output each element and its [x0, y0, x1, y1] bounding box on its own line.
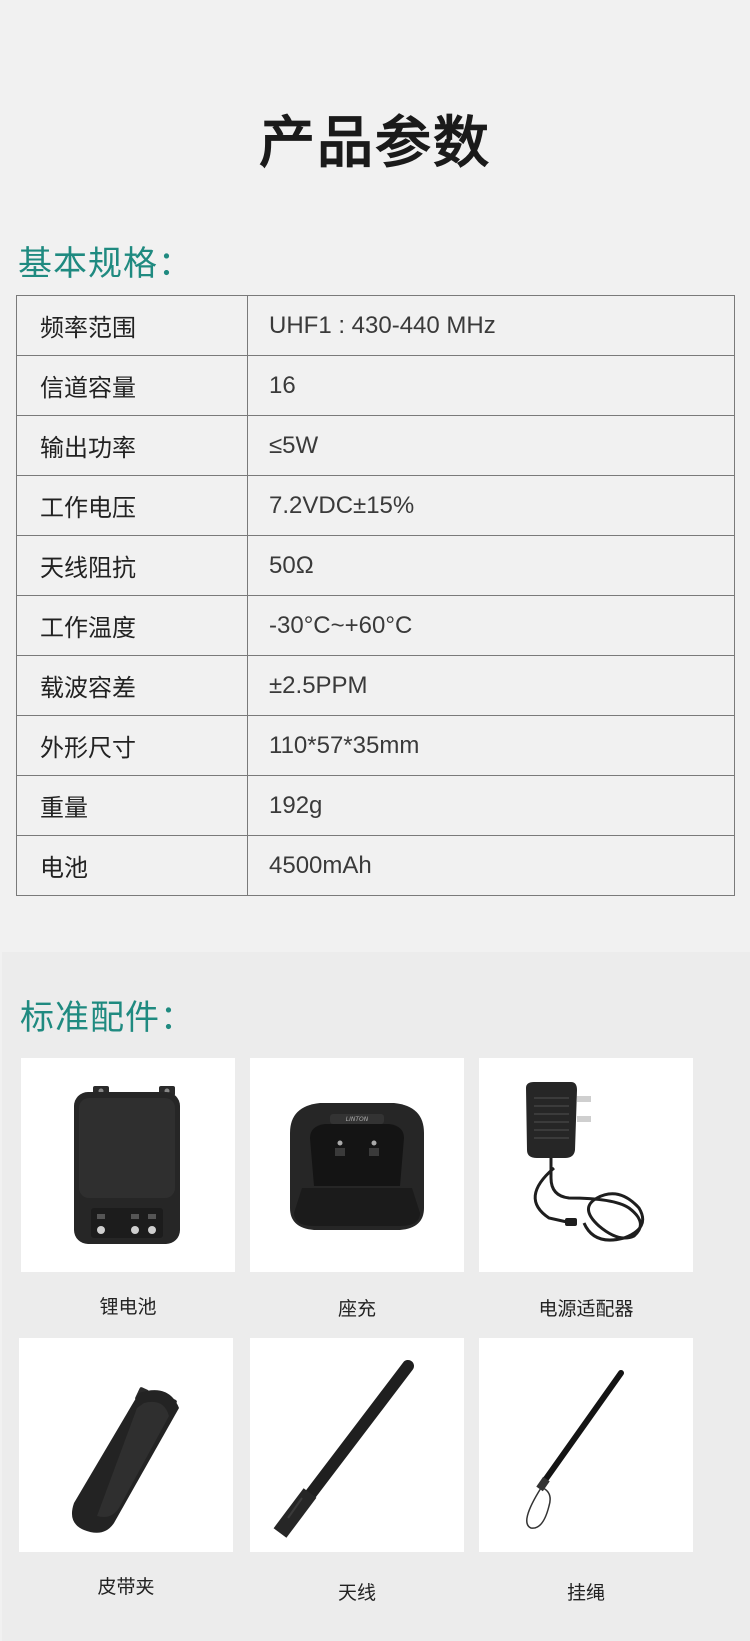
spec-key: 工作温度	[16, 595, 248, 656]
lanyard-icon	[526, 1370, 624, 1529]
spec-section-title: 基本规格：	[18, 244, 193, 284]
cradle-brand: LINTON	[346, 1116, 369, 1123]
accessory-card-adapter	[479, 1058, 693, 1272]
spec-value: ≤5W	[247, 415, 735, 476]
spec-value: UHF1 : 430-440 MHz	[247, 295, 735, 356]
spec-value: 50Ω	[247, 535, 735, 596]
accessory-label: 座充	[337, 1298, 376, 1320]
table-row: 工作电压 7.2VDC±15%	[16, 475, 735, 536]
antenna-icon	[273, 1360, 414, 1538]
charger-cradle-icon: LINTON	[290, 1103, 424, 1230]
accessory-card-antenna	[250, 1338, 464, 1552]
accessory-label: 挂绳	[566, 1582, 605, 1604]
spec-key: 重量	[16, 775, 248, 836]
accessories-section-title: 标准配件：	[20, 998, 195, 1038]
spec-value: 110*57*35mm	[247, 715, 735, 776]
table-row: 电池 4500mAh	[16, 835, 735, 896]
table-row: 频率范围 UHF1 : 430-440 MHz	[16, 295, 735, 356]
product-params-page: 产品参数 基本规格： 频率范围 UHF1 : 430-440 MHz 信道容量 …	[0, 0, 750, 1641]
spec-value: 16	[247, 355, 735, 416]
spec-key: 载波容差	[16, 655, 248, 716]
spec-value: 7.2VDC±15%	[247, 475, 735, 536]
accessory-label: 皮带夹	[97, 1576, 155, 1598]
spec-key: 信道容量	[16, 355, 248, 416]
table-row: 载波容差 ±2.5PPM	[16, 655, 735, 716]
spec-key: 频率范围	[16, 295, 248, 356]
spec-value: ±2.5PPM	[247, 655, 735, 716]
battery-icon	[74, 1086, 180, 1244]
accessory-label: 天线	[337, 1582, 376, 1604]
accessory-label: 锂电池	[99, 1296, 157, 1318]
table-row: 工作温度 -30°C~+60°C	[16, 595, 735, 656]
accessory-card-belt-clip	[19, 1338, 233, 1552]
spec-key: 天线阻抗	[16, 535, 248, 596]
page-title: 产品参数	[259, 111, 491, 176]
power-adapter-icon	[526, 1082, 645, 1242]
accessory-label: 电源适配器	[538, 1298, 634, 1320]
spec-table: 频率范围 UHF1 : 430-440 MHz 信道容量 16 输出功率 ≤5W…	[16, 295, 735, 896]
spec-value: -30°C~+60°C	[247, 595, 735, 656]
table-row: 外形尺寸 110*57*35mm	[16, 715, 735, 776]
spec-value: 192g	[247, 775, 735, 836]
spec-value: 4500mAh	[247, 835, 735, 896]
table-row: 信道容量 16	[16, 355, 735, 416]
spec-key: 外形尺寸	[16, 715, 248, 776]
spec-key: 输出功率	[16, 415, 248, 476]
accessory-card-lanyard	[479, 1338, 693, 1552]
spec-key: 工作电压	[16, 475, 248, 536]
belt-clip-icon	[71, 1387, 179, 1533]
accessory-card-charger: LINTON	[250, 1058, 464, 1272]
table-row: 重量 192g	[16, 775, 735, 836]
table-row: 天线阻抗 50Ω	[16, 535, 735, 596]
spec-key: 电池	[16, 835, 248, 896]
accessory-card-battery	[21, 1058, 235, 1272]
table-row: 输出功率 ≤5W	[16, 415, 735, 476]
